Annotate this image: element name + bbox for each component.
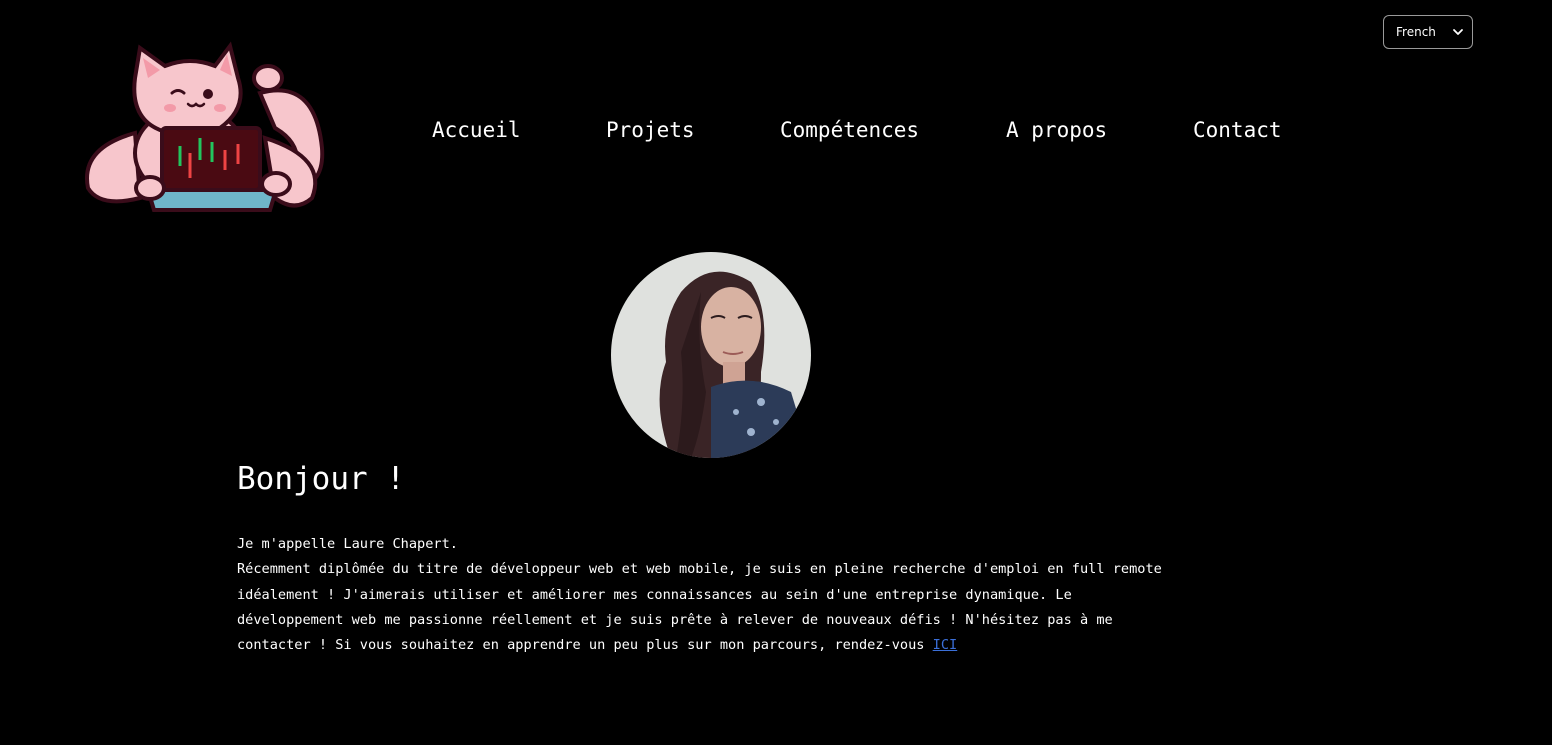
intro-text: Je m'appelle Laure Chapert. Récemment di… xyxy=(237,532,1167,658)
page: French Accueil Projets Compétences A pro… xyxy=(0,0,1552,745)
nav-item-a-propos[interactable]: A propos xyxy=(1006,112,1107,148)
nav-item-accueil[interactable]: Accueil xyxy=(432,112,521,148)
language-select[interactable]: French xyxy=(1383,15,1473,49)
nav-item-competences[interactable]: Compétences xyxy=(780,112,919,148)
logo[interactable] xyxy=(80,38,330,216)
language-select-value: French xyxy=(1396,25,1436,39)
intro-body: Récemment diplômée du titre de développe… xyxy=(237,561,1162,654)
profile-photo xyxy=(611,252,811,458)
nav-item-contact[interactable]: Contact xyxy=(1193,112,1282,148)
avatar xyxy=(611,252,811,458)
intro-line-1: Je m'appelle Laure Chapert. xyxy=(237,536,458,552)
nav-item-projets[interactable]: Projets xyxy=(606,112,695,148)
fox-mascot-with-laptop-icon xyxy=(85,41,325,212)
chevron-down-icon xyxy=(1453,29,1463,35)
greeting-heading: Bonjour ! xyxy=(237,461,405,497)
parcours-link[interactable]: ICI xyxy=(933,637,958,653)
